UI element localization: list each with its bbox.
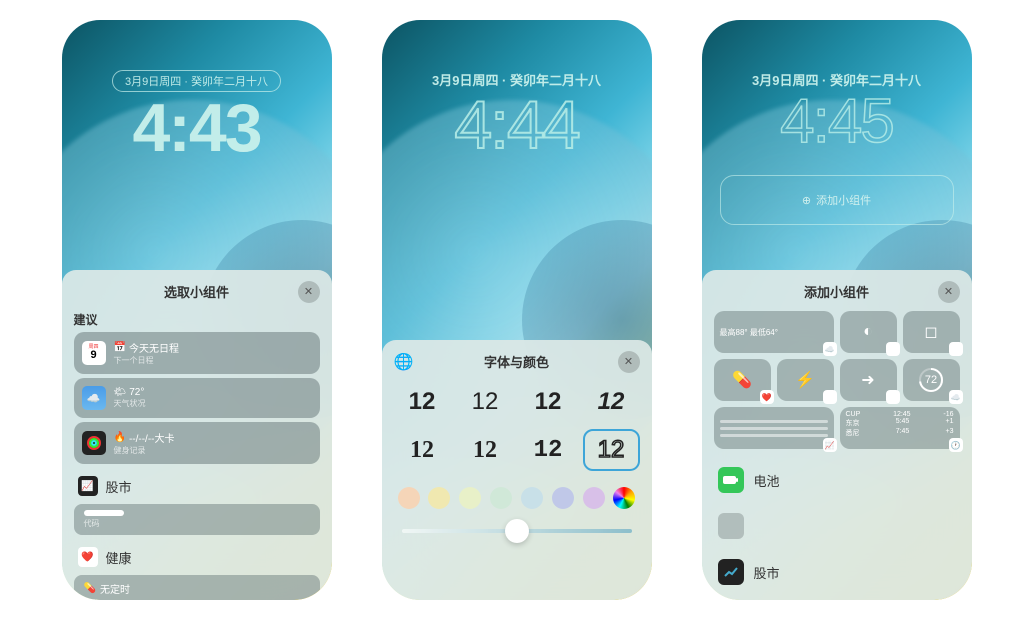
plus-icon: ⊕ — [802, 194, 811, 207]
widget-pill[interactable]: 💊❤️ — [714, 359, 771, 401]
lock-content: 3月9日周四 · 癸卯年二月十八 4:45 — [702, 70, 972, 153]
battery-icon — [718, 467, 744, 493]
panel-title: 选取小组件 — [164, 282, 229, 301]
fitness-icon — [82, 431, 106, 455]
category-stocks[interactable]: 📈 股市 — [74, 468, 320, 504]
color-option[interactable] — [398, 487, 420, 509]
color-option[interactable] — [521, 487, 543, 509]
suggestion-text: 🔥--/--/--大卡 健身记录 — [114, 430, 312, 456]
color-option[interactable] — [459, 487, 481, 509]
color-option[interactable] — [490, 487, 512, 509]
font-option-8[interactable]: 12 — [583, 429, 640, 471]
phone-2: 3月9日周四 · 癸卯年二月十八 4:44 🌐 字体与颜色 ✕ 12 12 12… — [382, 20, 652, 600]
panel-header: 添加小组件 ✕ — [714, 282, 960, 301]
badge-tiktok-icon: ♪ — [949, 342, 963, 356]
badge-health-icon: ❤️ — [760, 390, 774, 404]
phone-1: 3月9日周四 · 癸卯年二月十八 4:43 选取小组件 ✕ 建议 周四 9 📅今… — [62, 20, 332, 600]
health-icon: ❤️ — [78, 547, 98, 567]
close-button[interactable]: ✕ — [298, 281, 320, 303]
font-option-1[interactable]: 12 — [394, 381, 451, 423]
badge-weather-icon: ☁️ — [823, 342, 837, 356]
panel-header: 选取小组件 ✕ — [74, 282, 320, 301]
widget-grid: 最高88° 最低64° ☁️ ◐♪ ◻♪ 💊❤️ ⚡♪ ➜◉ 72 ☁️ 📈 C… — [714, 311, 960, 449]
placeholder-bar — [84, 510, 124, 516]
font-grid: 12 12 12 12 12 12 12 12 — [394, 381, 640, 471]
suggestion-text: 📅今天无日程 下一个日程 — [114, 340, 312, 366]
badge-tiktok-icon: ♪ — [823, 390, 837, 404]
widget-world-clock[interactable]: CUP12:45-16 东京5:45+1 悉尼7:45+3 🕐 — [840, 407, 960, 449]
close-button[interactable]: ✕ — [618, 351, 640, 373]
badge-tiktok-icon: ♪ — [886, 342, 900, 356]
suggestion-calendar[interactable]: 周四 9 📅今天无日程 下一个日程 — [74, 332, 320, 374]
widget-activity-ring[interactable]: 72 ☁️ — [903, 359, 960, 401]
lock-content: 3月9日周四 · 癸卯年二月十八 4:44 — [382, 70, 652, 159]
suggestion-weather[interactable]: ☁️ 🌤72° 天气状况 — [74, 378, 320, 418]
calendar-icon: 周四 9 — [82, 341, 106, 365]
close-button[interactable]: ✕ — [938, 281, 960, 303]
widget-arrow[interactable]: ➜◉ — [840, 359, 897, 401]
widget-tiktok-square[interactable]: ◻♪ — [903, 311, 960, 353]
health-preview[interactable]: 💊无定时 用药 — [74, 575, 320, 600]
widget-picker-panel: 选取小组件 ✕ 建议 周四 9 📅今天无日程 下一个日程 ☁️ 🌤72° 天气状… — [62, 270, 332, 600]
widget-bolt[interactable]: ⚡♪ — [777, 359, 834, 401]
font-option-2[interactable]: 12 — [457, 381, 514, 423]
lock-time[interactable]: 4:45 — [702, 91, 972, 153]
stocks-icon: 📈 — [78, 476, 98, 496]
badge-stocks-icon: 📈 — [823, 438, 837, 452]
font-option-4[interactable]: 12 — [583, 381, 640, 423]
color-option[interactable] — [428, 487, 450, 509]
lock-time[interactable]: 4:44 — [382, 91, 652, 159]
stocks-icon — [718, 559, 744, 585]
stocks-preview[interactable]: 代码 — [74, 504, 320, 535]
badge-fitness-icon: ◉ — [886, 390, 900, 404]
slider-thumb[interactable] — [505, 519, 529, 543]
lock-content: 3月9日周四 · 癸卯年二月十八 4:43 — [62, 70, 332, 162]
list-stocks[interactable]: 股市 — [714, 549, 960, 595]
color-row — [394, 479, 640, 517]
color-option[interactable] — [583, 487, 605, 509]
lock-time[interactable]: 4:43 — [62, 94, 332, 162]
font-option-3[interactable]: 12 — [520, 381, 577, 423]
weather-icon: ☁️ — [82, 386, 106, 410]
panel-title: 字体与颜色 — [484, 352, 549, 371]
widget-lines[interactable]: 📈 — [714, 407, 834, 449]
panel-header: 🌐 字体与颜色 ✕ — [394, 352, 640, 371]
panel-title: 添加小组件 — [804, 282, 869, 301]
widget-tiktok-circle[interactable]: ◐♪ — [840, 311, 897, 353]
intensity-slider[interactable] — [402, 529, 632, 533]
badge-clock-icon: 🕐 — [949, 438, 963, 452]
font-option-5[interactable]: 12 — [394, 429, 451, 471]
badge-weather-icon: ☁️ — [949, 390, 963, 404]
category-health[interactable]: ❤️ 健康 — [74, 539, 320, 575]
placeholder-icon — [718, 513, 744, 539]
color-option[interactable] — [552, 487, 574, 509]
font-option-6[interactable]: 12 — [457, 429, 514, 471]
font-option-7[interactable]: 12 — [520, 429, 577, 471]
widget-weather[interactable]: 最高88° 最低64° ☁️ — [714, 311, 834, 353]
lock-date[interactable]: 3月9日周四 · 癸卯年二月十八 — [112, 70, 281, 92]
globe-button[interactable]: 🌐 — [394, 352, 414, 372]
list-battery[interactable]: 电池 — [714, 457, 960, 503]
font-color-panel: 🌐 字体与颜色 ✕ 12 12 12 12 12 12 12 12 — [382, 340, 652, 600]
color-picker-button[interactable] — [613, 487, 635, 509]
suggestion-text: 🌤72° 天气状况 — [114, 387, 312, 409]
add-widget-panel: 添加小组件 ✕ 最高88° 最低64° ☁️ ◐♪ ◻♪ 💊❤️ ⚡♪ ➜◉ 7… — [702, 270, 972, 600]
suggestion-fitness[interactable]: 🔥--/--/--大卡 健身记录 — [74, 422, 320, 464]
suggestions-label: 建议 — [74, 311, 320, 328]
list-placeholder[interactable] — [714, 503, 960, 549]
add-widget-zone[interactable]: ⊕ 添加小组件 — [720, 175, 954, 225]
phone-3: 3月9日周四 · 癸卯年二月十八 4:45 ⊕ 添加小组件 添加小组件 ✕ 最高… — [702, 20, 972, 600]
